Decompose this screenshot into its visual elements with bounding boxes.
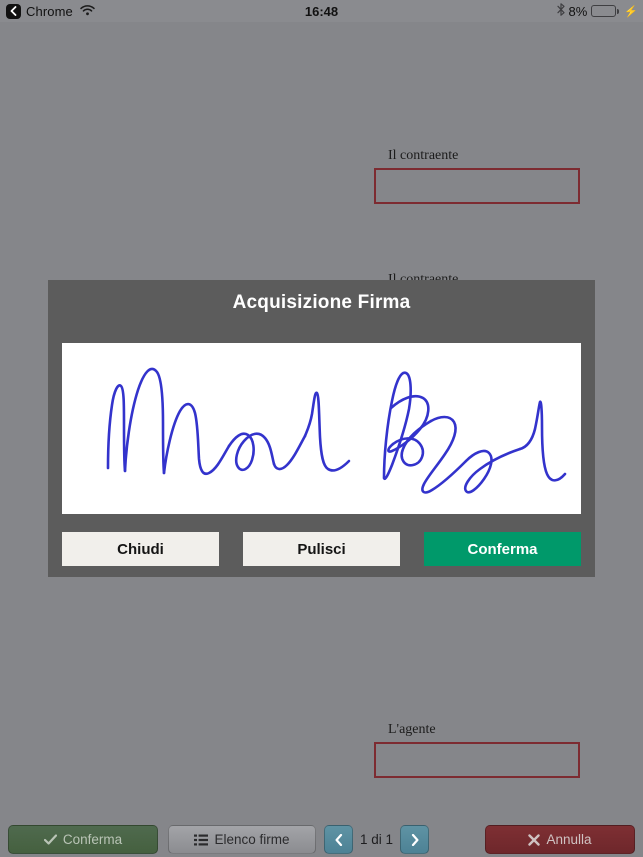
clear-button[interactable]: Pulisci — [243, 532, 400, 566]
signature-drawing-canvas[interactable] — [62, 343, 581, 514]
signature-ink — [106, 367, 567, 494]
field-label: Il contraente — [388, 148, 459, 163]
signature-capture-dialog: Acquisizione Firma Chiudi Pulisci Confer… — [48, 280, 595, 577]
toolbar-signature-list-button[interactable]: Elenco firme — [168, 825, 316, 854]
status-bar: Chrome 16:48 8% ⚡ — [0, 0, 643, 22]
page-next-button[interactable] — [400, 825, 429, 854]
status-bar-clock: 16:48 — [304, 3, 339, 19]
page-prev-button[interactable] — [324, 825, 353, 854]
dialog-title: Acquisizione Firma — [232, 292, 411, 313]
list-icon — [194, 834, 209, 846]
confirm-button[interactable]: Conferma — [424, 532, 581, 566]
bluetooth-icon — [556, 3, 565, 19]
signature-box[interactable] — [374, 742, 580, 778]
chevron-left-icon — [335, 833, 343, 846]
signature-box[interactable] — [374, 168, 580, 204]
charging-bolt-icon: ⚡ — [624, 5, 638, 18]
battery-percent-label: 8% — [568, 3, 588, 19]
toolbar-cancel-label: Annulla — [546, 832, 592, 847]
status-bar-right: 8% ⚡ — [556, 3, 638, 19]
toolbar-cancel-button[interactable]: Annulla — [485, 825, 635, 854]
toolbar-signature-list-label: Elenco firme — [214, 832, 290, 847]
document-field-contraente-1[interactable]: Il contraente — [374, 148, 580, 204]
toolbar-confirm-button[interactable]: Conferma — [8, 825, 158, 854]
bottom-toolbar: Conferma Elenco firme 1 di 1 Annulla — [0, 822, 643, 857]
close-x-icon — [528, 833, 541, 846]
check-icon — [43, 834, 57, 845]
chevron-right-icon — [411, 833, 419, 846]
close-button[interactable]: Chiudi — [62, 532, 219, 566]
battery-icon — [591, 5, 620, 17]
field-label: L'agente — [388, 722, 436, 737]
page-indicator: 1 di 1 — [359, 832, 394, 847]
document-field-agente[interactable]: L'agente — [374, 722, 580, 778]
toolbar-confirm-label: Conferma — [62, 832, 123, 847]
dialog-actions: Chiudi Pulisci Conferma — [62, 532, 581, 566]
